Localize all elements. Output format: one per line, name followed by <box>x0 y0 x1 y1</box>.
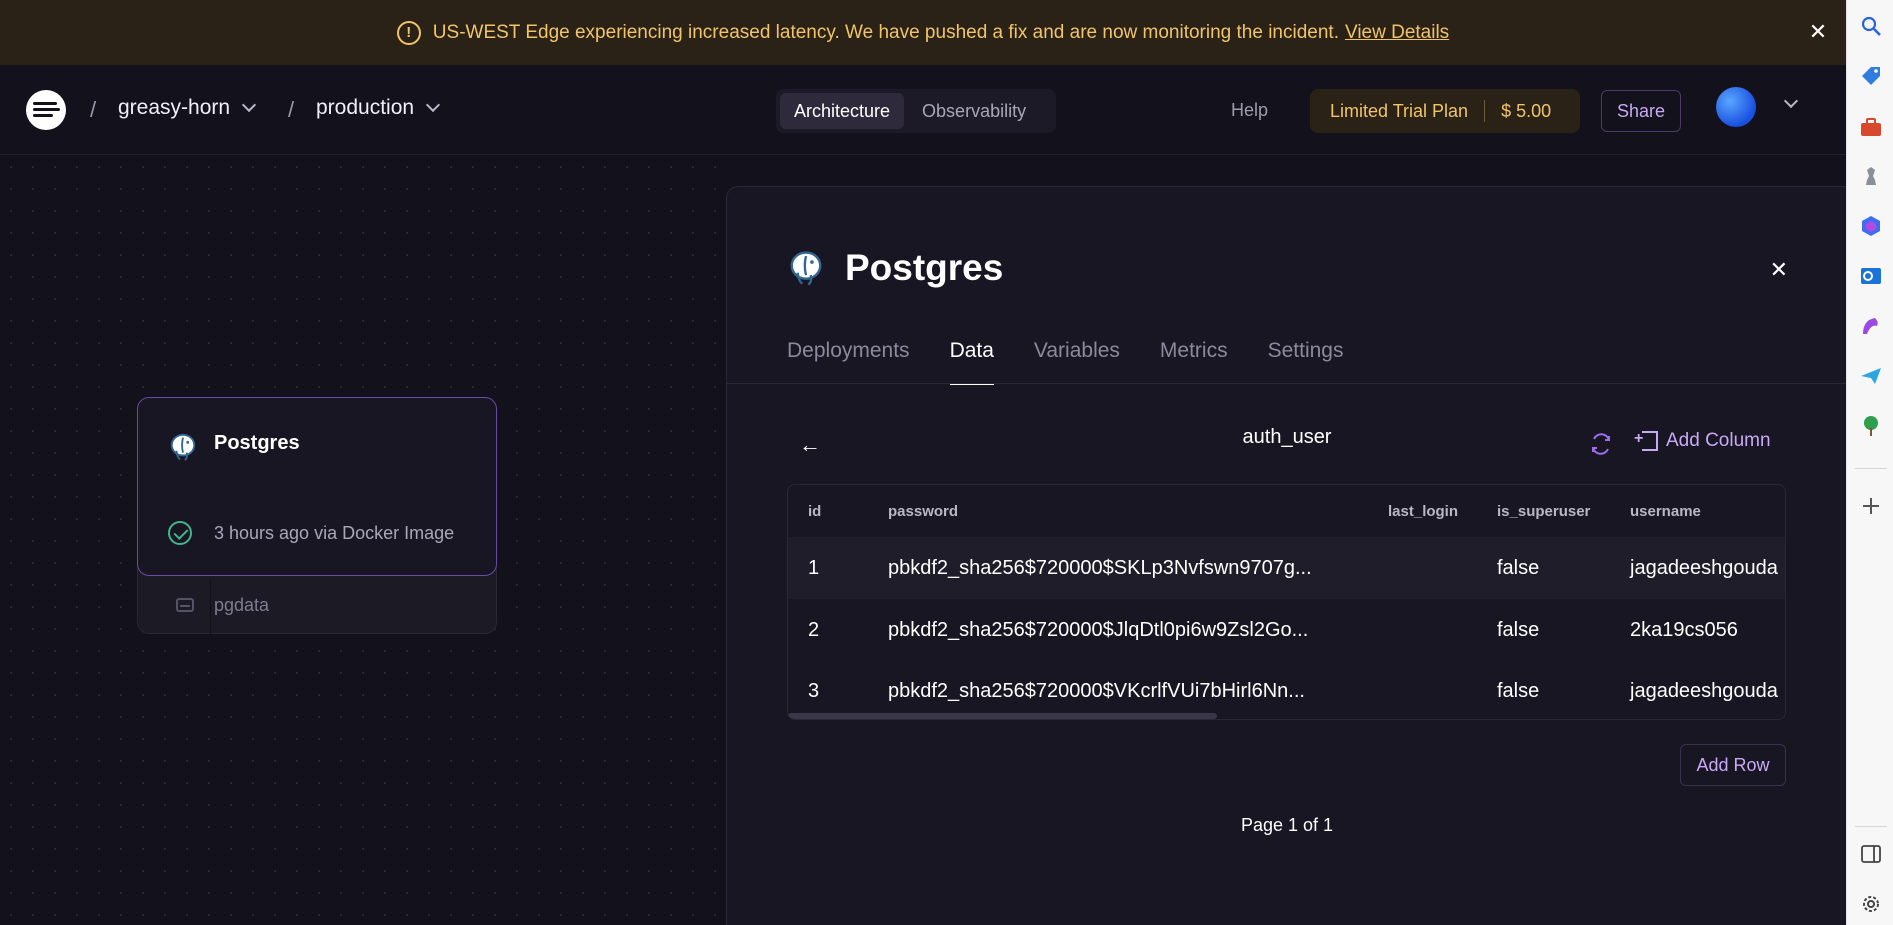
sidebar-toggle-icon[interactable] <box>1859 842 1883 866</box>
hard-drive-icon <box>176 598 194 612</box>
architecture-canvas[interactable]: Postgres 3 hours ago via Docker Image pg… <box>0 156 726 925</box>
tab-variables[interactable]: Variables <box>1034 339 1120 385</box>
add-column-icon <box>1634 430 1658 451</box>
cell-id[interactable]: 2 <box>808 599 819 661</box>
check-circle-icon <box>168 521 192 545</box>
breadcrumb-separator: / <box>288 97 295 122</box>
panel-tabs: Deployments Data Variables Metrics Setti… <box>787 339 1343 385</box>
service-name: Postgres <box>214 432 300 454</box>
avatar[interactable] <box>1716 87 1756 127</box>
toolbox-icon[interactable] <box>1859 115 1883 139</box>
browser-sidebar <box>1846 0 1893 925</box>
gear-icon[interactable] <box>1859 892 1883 916</box>
postgres-elephant-icon <box>790 251 822 286</box>
tree-icon[interactable] <box>1859 414 1883 438</box>
postgres-elephant-icon <box>170 433 196 461</box>
close-icon[interactable]: ✕ <box>1770 257 1788 283</box>
column-header[interactable]: id <box>808 485 821 537</box>
cell-username[interactable]: 2ka19cs056 <box>1630 599 1738 661</box>
cell-id[interactable]: 3 <box>808 660 819 719</box>
column-header[interactable]: is_superuser <box>1497 485 1590 537</box>
horizontal-scrollbar[interactable] <box>788 713 1217 719</box>
service-node-postgres[interactable]: Postgres 3 hours ago via Docker Image pg… <box>137 397 497 634</box>
view-switcher: Architecture Observability <box>776 89 1056 133</box>
service-card[interactable]: Postgres 3 hours ago via Docker Image <box>137 397 497 576</box>
table-row[interactable]: 1 pbkdf2_sha256$720000$SKLp3Nvfswn9707g.… <box>788 537 1785 599</box>
table-header-row: id password last_login is_superuser user… <box>788 485 1785 537</box>
close-icon[interactable]: ✕ <box>1806 20 1830 44</box>
tabs-divider <box>727 383 1846 384</box>
designer-icon[interactable] <box>1859 314 1883 338</box>
tab-settings[interactable]: Settings <box>1268 339 1344 385</box>
sidebar-divider <box>1855 468 1887 469</box>
sidebar-divider <box>1855 826 1887 827</box>
breadcrumb-separator: / <box>90 97 97 122</box>
tab-architecture[interactable]: Architecture <box>780 93 905 129</box>
cell-is-superuser[interactable]: false <box>1497 599 1539 661</box>
service-panel: Postgres ✕ Deployments Data Variables Me… <box>726 186 1846 925</box>
data-table: id password last_login is_superuser user… <box>787 484 1786 720</box>
cell-is-superuser[interactable]: false <box>1497 537 1539 599</box>
panel-header: Postgres <box>787 247 1003 289</box>
cell-is-superuser[interactable]: false <box>1497 660 1539 719</box>
tab-metrics[interactable]: Metrics <box>1160 339 1228 385</box>
view-details-link[interactable]: View Details <box>1345 22 1449 44</box>
cell-password[interactable]: pbkdf2_sha256$720000$VKcrlfVUi7bHirl6Nn.… <box>888 660 1305 719</box>
copilot-icon[interactable] <box>1859 214 1883 238</box>
app-window: ! US-WEST Edge experiencing increased la… <box>0 0 1846 925</box>
chess-piece-icon[interactable] <box>1859 164 1883 188</box>
cell-id[interactable]: 1 <box>808 537 819 599</box>
incident-banner: ! US-WEST Edge experiencing increased la… <box>0 0 1846 65</box>
trial-plan-badge[interactable]: Limited Trial Plan $ 5.00 <box>1310 89 1580 133</box>
project-name: greasy-horn <box>118 96 231 119</box>
shopping-tag-icon[interactable] <box>1859 64 1883 88</box>
help-link[interactable]: Help <box>1231 100 1268 121</box>
outlook-icon[interactable] <box>1859 264 1883 288</box>
add-column-button[interactable]: Add Column <box>1634 430 1771 452</box>
add-row-button[interactable]: Add Row <box>1680 744 1786 786</box>
tab-data[interactable]: Data <box>949 339 995 385</box>
share-button[interactable]: Share <box>1601 90 1681 132</box>
search-icon[interactable] <box>1859 14 1883 38</box>
column-header[interactable]: password <box>888 485 958 537</box>
column-header[interactable]: username <box>1630 485 1701 537</box>
column-header[interactable]: last_login <box>1388 485 1458 537</box>
chevron-down-icon <box>426 97 441 113</box>
environment-selector[interactable]: production <box>316 96 441 120</box>
plan-divider <box>1484 100 1486 122</box>
pagination-info: Page 1 of 1 <box>1240 815 1334 835</box>
table-row[interactable]: 3 pbkdf2_sha256$720000$VKcrlfVUi7bHirl6N… <box>788 660 1785 719</box>
panel-title: Postgres <box>845 247 1004 288</box>
top-header: / greasy-horn / production Architecture … <box>0 65 1846 155</box>
add-column-label: Add Column <box>1666 430 1771 451</box>
cell-username[interactable]: jagadeeshgouda <box>1630 537 1778 599</box>
warning-icon: ! <box>396 20 421 45</box>
tab-observability[interactable]: Observability <box>908 93 1040 129</box>
cell-username[interactable]: jagadeeshgouda <box>1630 660 1778 719</box>
project-selector[interactable]: greasy-horn <box>118 96 257 120</box>
volume-icon-cell <box>138 578 211 634</box>
plan-name: Limited Trial Plan <box>1330 100 1469 121</box>
volume-name: pgdata <box>214 595 270 615</box>
table-row[interactable]: 2 pbkdf2_sha256$720000$JlqDtl0pi6w9Zsl2G… <box>788 599 1785 661</box>
cell-password[interactable]: pbkdf2_sha256$720000$SKLp3Nvfswn9707g... <box>888 537 1312 599</box>
deploy-status: 3 hours ago via Docker Image <box>214 523 455 543</box>
environment-name: production <box>316 96 415 119</box>
refresh-icon[interactable] <box>1589 432 1613 456</box>
chevron-down-icon[interactable] <box>1783 93 1799 109</box>
banner-message: US-WEST Edge experiencing increased late… <box>432 21 1339 43</box>
chevron-down-icon <box>241 97 257 113</box>
send-icon[interactable] <box>1859 364 1883 388</box>
railway-logo-icon[interactable] <box>26 90 66 130</box>
tab-deployments[interactable]: Deployments <box>787 339 910 385</box>
plan-amount: $ 5.00 <box>1501 100 1552 121</box>
plus-icon[interactable] <box>1859 494 1883 518</box>
cell-password[interactable]: pbkdf2_sha256$720000$JlqDtl0pi6w9Zsl2Go.… <box>888 599 1308 661</box>
